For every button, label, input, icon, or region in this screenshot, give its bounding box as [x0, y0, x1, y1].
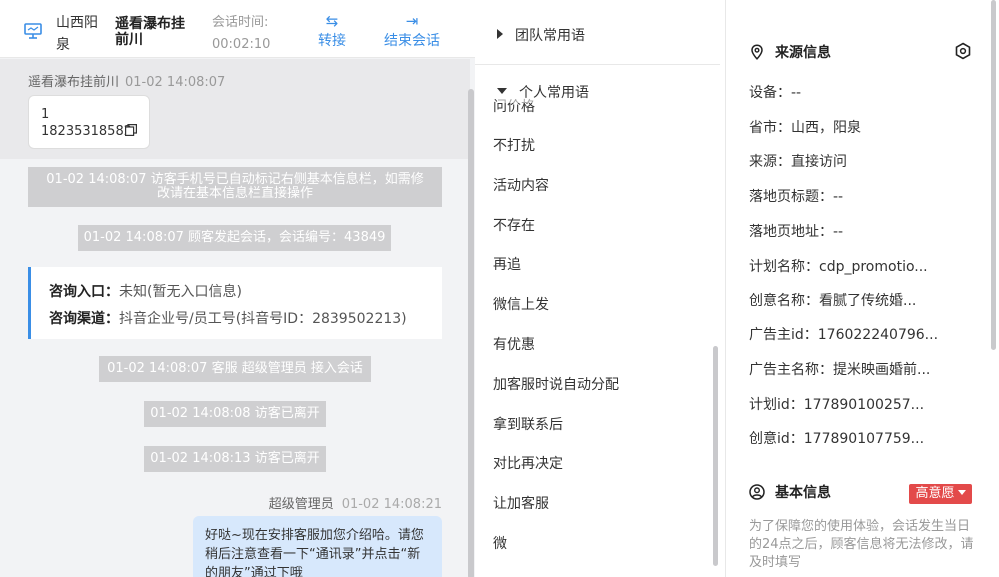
- visitor-message-bubble: 1 18235318582: [28, 95, 150, 149]
- phrase-item[interactable]: 再追: [493, 255, 521, 275]
- source-field: 设备：--: [749, 85, 802, 101]
- chat-scrollbar[interactable]: [468, 89, 474, 577]
- team-phrases-label: 团队常用语: [515, 28, 585, 44]
- end-session-button[interactable]: ⇥ 结束会话: [384, 12, 440, 52]
- visitor-sender-name: 遥看瀑布挂前川: [28, 75, 120, 90]
- intent-level-dropdown[interactable]: 高意愿: [909, 484, 972, 504]
- system-message: 01-02 14:08:13 访客已离开: [144, 446, 326, 472]
- visitor-sender-line: 遥看瀑布挂前川 01-02 14:08:07: [28, 71, 225, 90]
- visitor-message-block: 遥看瀑布挂前川 01-02 14:08:07 1 18235318582: [0, 59, 470, 159]
- phrase-item[interactable]: 让加客服: [493, 494, 549, 514]
- monitor-icon: [24, 23, 42, 39]
- team-phrases-toggle[interactable]: 团队常用语: [497, 26, 585, 46]
- end-session-label: 结束会话: [384, 33, 440, 49]
- consult-info-card: 咨询入口：未知(暂无入口信息) 咨询渠道：抖音企业号/员工号(抖音号ID：283…: [28, 267, 442, 339]
- transfer-button[interactable]: ⇆ 转接: [318, 12, 346, 52]
- visitor-region: 山西阳泉: [56, 15, 98, 53]
- source-field: 创意id：177890107759...: [749, 431, 925, 447]
- quick-phrases-pane: 团队常用语 问价格 不打扰 活动内容 不存在 再追 微信上发 有优惠 加客服时说…: [475, 0, 726, 577]
- system-message: 01-02 14:08:07 顾客发起会话，会话编号：43849: [78, 225, 391, 251]
- location-pin-icon: [751, 44, 763, 60]
- caret-right-icon: [497, 29, 503, 39]
- caret-down-icon: [957, 490, 966, 495]
- phrase-item[interactable]: 微信上发: [493, 295, 549, 315]
- phrase-item[interactable]: 有优惠: [493, 335, 535, 355]
- conversation-pane: 山西阳泉 遥看瀑布挂前川 会话时间: 00:02:10 ⇆ 转接 ⇥ 结束会话 …: [0, 0, 475, 577]
- agent-sender-line: 超级管理员 01-02 14:08:21: [269, 493, 442, 512]
- settings-icon[interactable]: [954, 42, 972, 60]
- info-scrollbar[interactable]: [991, 0, 996, 350]
- phrase-item[interactable]: 拿到联系后: [493, 415, 563, 435]
- exit-icon: ⇥: [405, 12, 419, 30]
- personal-phrases-label: 个人常用语: [519, 85, 589, 101]
- source-field: 省市：山西，阳泉: [749, 120, 861, 136]
- intent-level-label: 高意愿: [915, 486, 955, 501]
- basic-info-title: 基本信息: [749, 483, 831, 503]
- source-field: 广告主名称：提米映画婚前...: [749, 362, 931, 378]
- phrase-item[interactable]: 活动内容: [493, 176, 549, 196]
- chat-workspace: 山西阳泉 遥看瀑布挂前川 会话时间: 00:02:10 ⇆ 转接 ⇥ 结束会话 …: [0, 0, 999, 577]
- transfer-label: 转接: [318, 33, 346, 49]
- source-field: 计划名称：cdp_promotio...: [749, 259, 928, 275]
- consult-entry-label: 咨询入口：: [49, 284, 119, 300]
- session-time-value: 00:02:10: [212, 37, 271, 52]
- transfer-icon: ⇆: [325, 12, 339, 30]
- session-time-label: 会话时间:: [212, 15, 269, 30]
- consult-entry-row: 咨询入口：未知(暂无入口信息): [49, 279, 424, 306]
- source-info-label: 来源信息: [775, 45, 831, 61]
- source-field: 创意名称：看腻了传统婚...: [749, 293, 917, 309]
- consult-entry-value: 未知(暂无入口信息): [119, 284, 242, 300]
- agent-message-time: 01-02 14:08:21: [341, 497, 442, 512]
- agent-message-bubble: 好哒~现在安排客服加您介绍哈。请您稍后注意查看一下“通讯录”并点击“新的朋友”通…: [193, 516, 442, 577]
- system-message: 01-02 14:08:08 访客已离开: [144, 401, 326, 427]
- visitor-info-pane: 来源信息 设备：-- 省市：山西，阳泉 来源：直接访问 落地页标题：-- 落地页…: [727, 0, 999, 577]
- phrase-item[interactable]: 对比再决定: [493, 454, 563, 474]
- basic-info-label: 基本信息: [775, 485, 831, 501]
- edit-deadline-notice: 为了保障您的使用体验，会话发生当日的24点之后，顾客信息将无法修改，请及时填写: [749, 519, 974, 570]
- phrase-item[interactable]: 不打扰: [493, 136, 535, 156]
- source-field: 来源：直接访问: [749, 154, 847, 170]
- system-message: 01-02 14:08:07 访客手机号已自动标记右侧基本信息栏，如需修改请在基…: [28, 167, 442, 207]
- source-field: 落地页地址：--: [749, 224, 844, 240]
- source-info-title: 来源信息: [749, 43, 831, 63]
- user-circle-icon: [749, 484, 765, 500]
- conversation-header: 山西阳泉 遥看瀑布挂前川 会话时间: 00:02:10 ⇆ 转接 ⇥ 结束会话: [0, 0, 475, 58]
- visitor-message-text: 1 18235318582: [41, 107, 132, 139]
- consult-channel-row: 咨询渠道：抖音企业号/员工号(抖音号ID：2839502213): [49, 306, 424, 333]
- consult-channel-label: 咨询渠道：: [49, 311, 119, 327]
- phrase-item[interactable]: 不存在: [493, 216, 535, 236]
- message-list[interactable]: 遥看瀑布挂前川 01-02 14:08:07 1 18235318582 01-0…: [0, 59, 475, 577]
- copy-icon[interactable]: [125, 124, 137, 136]
- source-field: 广告主id：176022240796...: [749, 327, 939, 343]
- caret-down-icon: [497, 88, 507, 94]
- visitor-name: 遥看瀑布挂前川: [115, 16, 185, 48]
- consult-channel-value: 抖音企业号/员工号(抖音号ID：2839502213): [119, 311, 407, 327]
- personal-phrase-list[interactable]: 问价格 不打扰 活动内容 不存在 再追 微信上发 有优惠 加客服时说自动分配 拿…: [475, 97, 720, 577]
- visitor-message-time: 01-02 14:08:07: [125, 75, 226, 90]
- divider: [475, 64, 720, 65]
- source-field: 计划id：177890100257...: [749, 397, 925, 413]
- source-field: 落地页标题：--: [749, 189, 844, 205]
- phrase-item[interactable]: 加客服时说自动分配: [493, 375, 619, 395]
- phrase-item[interactable]: 微: [493, 534, 507, 554]
- personal-phrases-toggle[interactable]: 个人常用语: [497, 83, 589, 103]
- agent-sender-name: 超级管理员: [268, 497, 334, 512]
- system-message: 01-02 14:08:07 客服 超级管理员 接入会话: [99, 356, 371, 382]
- phrases-scrollbar[interactable]: [713, 346, 718, 566]
